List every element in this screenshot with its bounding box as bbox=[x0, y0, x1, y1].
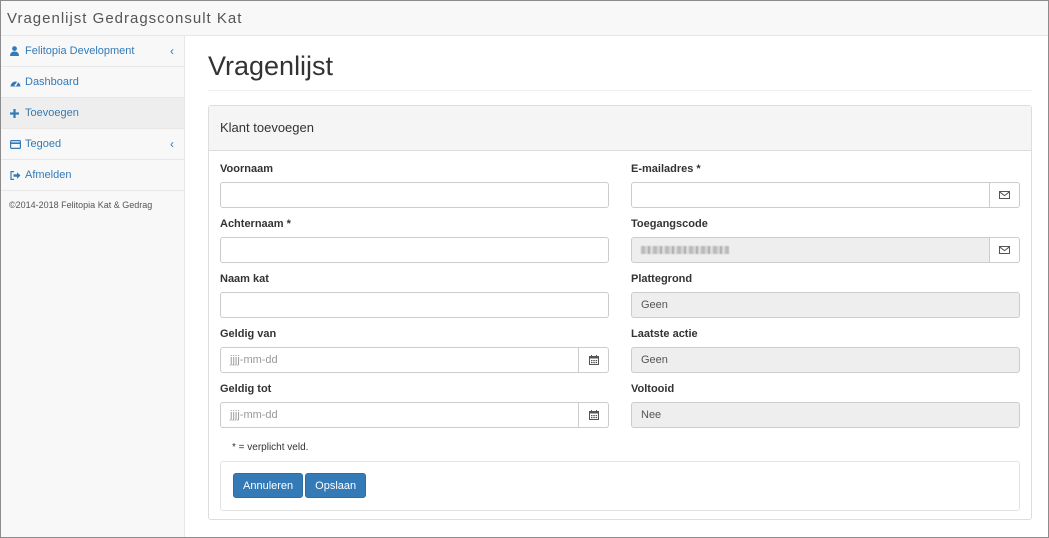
naam-kat-label: Naam kat bbox=[220, 272, 269, 285]
sidebar-item-tegoed[interactable]: Tegoed ‹ bbox=[1, 129, 184, 160]
sidebar-item-label: Tegoed bbox=[25, 138, 62, 150]
geldig-tot-label: Geldig tot bbox=[220, 382, 272, 395]
page-title: Vragenlijst bbox=[208, 51, 1032, 91]
sidebar-item-felitopia-development[interactable]: Felitopia Development ‹ bbox=[1, 36, 184, 67]
sidebar-item-afmelden[interactable]: Afmelden bbox=[1, 160, 184, 191]
plus-icon bbox=[10, 108, 25, 118]
geldig-van-label: Geldig van bbox=[220, 327, 277, 340]
envelope-icon bbox=[990, 236, 1020, 263]
naam-kat-field-group: Naam kat bbox=[220, 273, 609, 318]
voornaam-input[interactable] bbox=[220, 181, 609, 208]
toegangscode-input bbox=[631, 236, 990, 263]
naam-kat-input[interactable] bbox=[220, 291, 609, 318]
sidebar-item-dashboard[interactable]: Dashboard bbox=[1, 67, 184, 98]
top-navbar: Vragenlijst Gedragsconsult Kat bbox=[1, 1, 1048, 36]
achternaam-label: Achternaam * bbox=[220, 217, 291, 230]
email-field-group: E-mailadres * bbox=[631, 163, 1020, 208]
geldig-van-field-group: Geldig van jjjj-mm-dd bbox=[220, 328, 609, 373]
user-icon bbox=[10, 46, 25, 56]
left-column: Voornaam Achternaam * Naam kat Geldig va… bbox=[220, 163, 609, 438]
voornaam-label: Voornaam bbox=[220, 162, 273, 175]
main-content: Vragenlijst Klant toevoegen Voornaam Ach… bbox=[208, 36, 1032, 520]
geldig-tot-input[interactable]: jjjj-mm-dd bbox=[220, 401, 579, 428]
email-label: E-mailadres * bbox=[631, 162, 701, 175]
geldig-tot-field-group: Geldig tot jjjj-mm-dd bbox=[220, 383, 609, 428]
add-client-panel: Klant toevoegen Voornaam Achternaam * Na… bbox=[208, 104, 1032, 520]
laatste-actie-input: Geen bbox=[631, 346, 1020, 373]
right-column: E-mailadres * Toegangscode Plattegrond G… bbox=[631, 163, 1020, 438]
app-window: Vragenlijst Gedragsconsult Kat Felitopia… bbox=[0, 0, 1049, 538]
sidebar-item-label: Dashboard bbox=[25, 76, 79, 88]
redacted-access-code bbox=[641, 245, 729, 254]
panel-heading: Klant toevoegen bbox=[209, 105, 1031, 151]
sidebar-item-toevoegen[interactable]: Toevoegen bbox=[1, 98, 184, 129]
calendar-icon[interactable] bbox=[579, 346, 609, 373]
voltooid-label: Voltooid bbox=[631, 382, 675, 395]
copyright-text: ©2014-2018 Felitopia Kat & Gedrag bbox=[9, 200, 153, 210]
save-button[interactable]: Opslaan bbox=[305, 473, 367, 499]
geldig-van-input[interactable]: jjjj-mm-dd bbox=[220, 346, 579, 373]
form-actions: Annuleren Opslaan bbox=[220, 460, 1020, 511]
credit-card-icon bbox=[10, 139, 25, 149]
sidebar: Felitopia Development ‹ Dashboard Toevoe… bbox=[1, 36, 185, 537]
plattegrond-input: Geen bbox=[631, 291, 1020, 318]
toegangscode-field-group: Toegangscode bbox=[631, 218, 1020, 263]
voltooid-field-group: Voltooid Nee bbox=[631, 383, 1020, 428]
calendar-icon[interactable] bbox=[579, 401, 609, 428]
voornaam-field-group: Voornaam bbox=[220, 163, 609, 208]
plattegrond-field-group: Plattegrond Geen bbox=[631, 273, 1020, 318]
toegangscode-label: Toegangscode bbox=[631, 217, 708, 230]
required-field-note: * = verplicht veld. bbox=[232, 441, 309, 453]
chevron-left-icon[interactable]: ‹ bbox=[170, 44, 174, 58]
sidebar-item-label: Felitopia Development bbox=[25, 45, 135, 57]
sidebar-item-label: Toevoegen bbox=[25, 107, 79, 119]
envelope-icon bbox=[990, 181, 1020, 208]
chevron-left-icon[interactable]: ‹ bbox=[170, 137, 174, 151]
sign-out-icon bbox=[10, 170, 25, 180]
email-input[interactable] bbox=[631, 181, 990, 208]
laatste-actie-field-group: Laatste actie Geen bbox=[631, 328, 1020, 373]
voltooid-input: Nee bbox=[631, 401, 1020, 428]
dashboard-icon bbox=[10, 78, 25, 87]
sidebar-item-label: Afmelden bbox=[25, 169, 72, 181]
achternaam-field-group: Achternaam * bbox=[220, 218, 609, 263]
laatste-actie-label: Laatste actie bbox=[631, 327, 698, 340]
plattegrond-label: Plattegrond bbox=[631, 272, 693, 285]
panel-body: Voornaam Achternaam * Naam kat Geldig va… bbox=[209, 151, 1031, 519]
app-title[interactable]: Vragenlijst Gedragsconsult Kat bbox=[7, 10, 242, 27]
cancel-button[interactable]: Annuleren bbox=[233, 473, 304, 499]
achternaam-input[interactable] bbox=[220, 236, 609, 263]
